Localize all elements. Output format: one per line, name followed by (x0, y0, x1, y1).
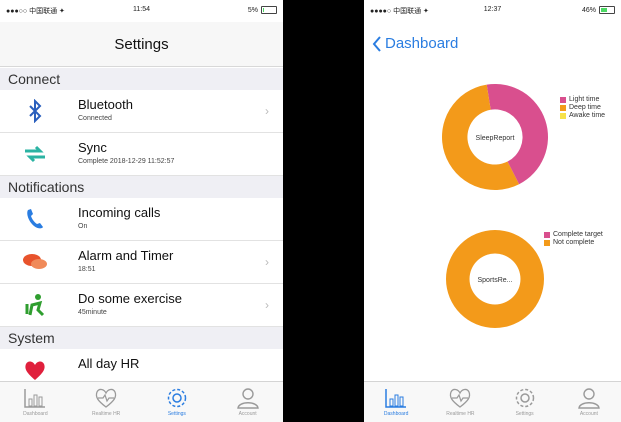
chevron-left-icon (372, 35, 381, 52)
legend-swatch (560, 96, 566, 103)
sync-icon (22, 141, 48, 167)
sleep-report-donut[interactable]: SleepReport (440, 82, 550, 192)
tab-label: Dashboard (23, 411, 48, 417)
settings-row[interactable]: Incoming calls On (0, 198, 283, 241)
row-title: Do some exercise (78, 291, 183, 306)
settings-screen: ●●●○○ 中国联通 ✦ 11:54 5% Settings Connect Bl… (0, 0, 283, 422)
chat-bubbles-icon (22, 249, 48, 275)
legend-swatch (544, 239, 550, 246)
status-bar: ●●●●○ 中国联通 ✦ 12:37 46% (364, 0, 621, 20)
sports-legend: Complete target Not complete (544, 231, 603, 247)
status-right: 46% (582, 6, 615, 14)
bar-chart-icon (5, 386, 65, 410)
tab-settings[interactable]: Settings (147, 384, 207, 422)
settings-row[interactable]: Alarm and Timer 18:51 › (0, 241, 283, 284)
row-title: Bluetooth (78, 97, 133, 112)
battery-icon (599, 6, 615, 14)
back-label: Dashboard (385, 35, 459, 52)
settings-row[interactable]: Do some exercise 45minute › (0, 284, 283, 327)
tab-realtime-hr[interactable]: Realtime HR (430, 384, 490, 422)
chevron-right-icon: › (265, 298, 269, 312)
legend-item[interactable]: Light time (560, 96, 605, 103)
tab-label: Realtime HR (91, 411, 121, 417)
legend-label: Not complete (553, 239, 595, 246)
row-subtitle: 45minute (78, 309, 107, 316)
gear-icon (495, 386, 555, 410)
settings-row[interactable]: Bluetooth Connected › (0, 90, 283, 133)
heart-icon (22, 357, 48, 383)
donut-center-label: SleepReport (476, 135, 515, 142)
row-title: Alarm and Timer (78, 248, 174, 263)
battery-percent: 5% (247, 6, 258, 14)
tab-dashboard[interactable]: Dashboard (5, 384, 65, 422)
section-header: Connect (0, 68, 283, 90)
tab-label: Settings (167, 411, 186, 417)
tab-settings[interactable]: Settings (495, 384, 555, 422)
section-header: System (0, 327, 283, 349)
tab-bar: Dashboard Realtime HR Settings Account (0, 381, 283, 422)
heart-rate-icon (430, 386, 490, 410)
tab-label: Dashboard (383, 411, 409, 417)
sleep-legend: Light time Deep time Awake time (560, 96, 605, 120)
legend-label: Light time (569, 96, 600, 103)
legend-swatch (560, 104, 566, 111)
legend-swatch (560, 112, 566, 119)
legend-item[interactable]: Complete target (544, 231, 603, 238)
nav-bar: Settings (0, 22, 283, 67)
tab-label: Account (579, 411, 598, 417)
nav-bar: Dashboard (364, 22, 621, 66)
row-subtitle: 18:51 (78, 266, 96, 273)
row-subtitle: On (78, 223, 88, 230)
tab-realtime-hr[interactable]: Realtime HR (76, 384, 136, 422)
person-icon (218, 386, 278, 410)
legend-label: Complete target (553, 231, 603, 238)
donut-center-label: SportsRe... (477, 277, 512, 284)
settings-row[interactable]: Sync Complete 2018-12-29 11:52:57 (0, 133, 283, 176)
sports-report-donut[interactable]: SportsRe... (444, 228, 546, 330)
tab-dashboard[interactable]: Dashboard (366, 384, 426, 422)
legend-label: Awake time (569, 112, 606, 119)
tab-label: Realtime HR (446, 411, 475, 417)
black-divider (283, 0, 364, 422)
person-icon (559, 386, 619, 410)
back-button[interactable]: Dashboard (372, 35, 458, 52)
dashboard-screen: ●●●●○ 中国联通 ✦ 12:37 46% Dashboard SleepRe… (364, 0, 621, 422)
tab-label: Settings (515, 411, 534, 417)
tab-account[interactable]: Account (559, 384, 619, 422)
legend-item[interactable]: Not complete (544, 239, 603, 246)
row-title: Sync (78, 140, 107, 155)
phone-icon (22, 206, 48, 232)
bar-chart-icon (366, 386, 426, 410)
row-title: All day HR (78, 356, 140, 371)
legend-swatch (544, 231, 550, 238)
tab-account[interactable]: Account (218, 384, 278, 422)
status-right: 5% (248, 6, 277, 14)
section-header: Notifications (0, 176, 283, 198)
tab-bar: Dashboard Realtime HR Settings Account (364, 381, 621, 422)
row-subtitle: Connected (78, 115, 112, 122)
legend-label: Deep time (569, 104, 601, 111)
gear-icon (147, 386, 207, 410)
bluetooth-icon (22, 98, 48, 124)
page-title: Settings (114, 36, 169, 53)
tab-label: Account (238, 411, 257, 417)
row-title: Incoming calls (78, 205, 161, 220)
exercise-icon (22, 292, 48, 318)
status-bar: ●●●○○ 中国联通 ✦ 11:54 5% (0, 0, 283, 20)
row-subtitle: Complete 2018-12-29 11:52:57 (78, 158, 175, 165)
heart-rate-icon (76, 386, 136, 410)
legend-item[interactable]: Awake time (560, 112, 605, 119)
legend-item[interactable]: Deep time (560, 104, 605, 111)
battery-icon (261, 6, 277, 14)
chevron-right-icon: › (265, 255, 269, 269)
clock: 11:54 (133, 6, 150, 13)
battery-percent: 46% (581, 6, 596, 14)
chevron-right-icon: › (265, 104, 269, 118)
